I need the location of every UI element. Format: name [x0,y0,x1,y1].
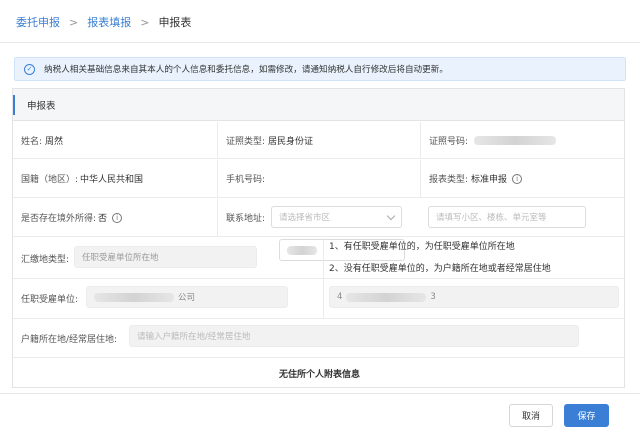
employer-input[interactable]: 公司 [86,286,288,308]
form-row-identity: 姓名: 周然 证照类型: 居民身份证 证照号码: [13,122,624,159]
address-label: 联系地址: [226,214,266,224]
notice-text: 纳税人相关基础信息来自其本人的个人信息和委托信息，如需修改，请通知纳税人自行修改… [44,65,448,75]
phone-cell: 手机号码: [217,160,420,197]
employer-suffix: 公司 [178,293,196,303]
breadcrumb-separator: > [140,15,150,29]
filing-place-value: 任职受雇单位所在地 [82,253,159,263]
nationality-cell: 国籍（地区）: 中华人民共和国 [13,160,217,197]
filing-col-divider [323,238,324,318]
id-number-label: 证照号码: [429,136,469,147]
employer-label: 任职受雇单位: [21,295,79,305]
name-cell: 姓名: 周然 [13,122,217,158]
breadcrumb-current: 申报表 [158,16,192,29]
breadcrumb-report-filling[interactable]: 报表填报 [87,14,131,30]
save-button[interactable]: 保存 [564,404,609,427]
address-region-placeholder: 请选择省市区 [279,213,331,223]
residence-placeholder: 请输入户籍所在地/经常居住地 [137,332,251,342]
chevron-down-icon [386,211,396,221]
name-value: 周然 [45,136,64,147]
nationality-value: 中华人民共和国 [80,175,144,185]
breadcrumb-entrusted-filing[interactable]: 委托申报 [16,14,60,30]
no-residence-section-title: 无住所个人附表信息 [278,369,360,380]
overseas-cell: 是否存在境外所得: 否 i [13,199,217,236]
overseas-label: 是否存在境外所得: [21,214,97,224]
check-circle-icon: ✓ [24,63,35,75]
form-section-title: 申报表 [27,100,56,112]
breadcrumb: 委托申报 > 报表填报 > 申报表 [16,13,191,31]
phone-label: 手机号码: [226,175,266,185]
residence-label: 户籍所在地/经常居住地: [21,334,118,345]
id-number-redacted [474,135,557,145]
id-type-cell: 证照类型: 居民身份证 [217,122,420,158]
employer-redacted [94,292,174,302]
declaration-form: 申报表 姓名: 周然 证照类型: 居民身份证 证照号码: 国籍（地区）: 中华人… [12,88,625,388]
info-notice: ✓ 纳税人相关基础信息来自其本人的个人信息和委托信息，如需修改，请通知纳税人自行… [14,57,626,81]
report-type-value: 标准申报 [471,175,508,185]
employer-code-prefix: 4 [337,292,343,302]
id-type-label: 证照类型: [226,136,266,147]
employer-code-input[interactable]: 4 3 [329,286,619,308]
form-row-contact: 国籍（地区）: 中华人民共和国 手机号码: 报表类型: 标准申报 i [13,160,624,261]
overseas-info-icon[interactable]: i [112,212,123,223]
cancel-button[interactable]: 取消 [509,404,553,427]
filing-place-label: 汇缴地类型: [21,254,70,265]
employer-code-redacted [346,292,427,302]
filing-note-2: 2、没有任职受雇单位的，为户籍所在地或者经常居住地 [329,264,551,274]
report-type-cell: 报表类型: 标准申报 i [420,160,624,197]
address-detail-input[interactable]: 请填写小区、楼栋、单元室等 [428,206,586,228]
form-section-header: 申报表 [13,89,624,121]
footer-divider [0,393,640,394]
overseas-value: 否 [98,214,108,224]
nationality-label: 国籍（地区）: [21,175,79,185]
report-type-label: 报表类型: [429,175,469,185]
address-region-select[interactable]: 请选择省市区 [271,206,402,228]
id-number-cell: 证照号码: [420,122,624,158]
filing-place-select[interactable]: 任职受雇单位所在地 [74,246,257,268]
employer-code-suffix: 3 [430,292,436,302]
breadcrumb-separator: > [69,15,79,29]
name-label: 姓名: [21,136,43,147]
address-detail-placeholder: 请填写小区、楼栋、单元室等 [436,213,547,223]
id-type-value: 居民身份证 [268,136,314,147]
residence-input[interactable]: 请输入户籍所在地/经常居住地 [129,325,579,347]
filing-note-1: 1、有任职受雇单位的，为任职受雇单位所在地 [329,242,515,252]
report-type-info-icon[interactable]: i [512,173,523,184]
header-divider [0,42,640,43]
